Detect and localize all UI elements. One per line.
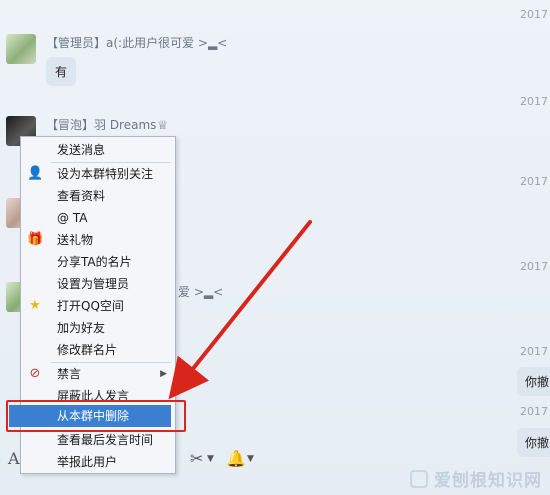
timestamp: 2017 [520, 8, 548, 21]
menu-item-open-qzone[interactable]: ★ 打开QQ空间 [21, 295, 175, 317]
menu-item-label: 加为好友 [57, 321, 106, 335]
menu-item-label: @ TA [57, 211, 88, 225]
menu-item-label: 修改群名片 [57, 343, 118, 357]
sender-nickname-text: 【冒泡】羽 Dreams [46, 118, 157, 132]
menu-item-share-card[interactable]: 分享TA的名片 [21, 251, 175, 273]
sender-nickname[interactable]: 爱 >▂< [178, 283, 223, 300]
menu-item-label: 禁言 [57, 367, 82, 381]
highlight-annotation-frame [6, 400, 186, 432]
own-message-bubble: 你撤 [517, 367, 550, 396]
submenu-arrow-icon: ▶ [160, 369, 167, 379]
menu-item-send-message[interactable]: 发送消息 [21, 139, 175, 161]
menu-item-label: 设置为管理员 [57, 277, 130, 291]
menu-item-label: 分享TA的名片 [57, 255, 132, 269]
menu-item-send-gift[interactable]: 🎁 送礼物 [21, 229, 175, 251]
mute-icon: ⊘ [29, 366, 41, 381]
message-bubble: 有 [46, 57, 77, 86]
menu-item-set-admin[interactable]: 设置为管理员 [21, 273, 175, 295]
crown-icon: ♕ [157, 118, 169, 132]
chevron-down-icon[interactable]: ▼ [247, 444, 254, 474]
bell-message-icon[interactable]: 🔔 [226, 444, 246, 474]
timestamp: 2017 [520, 405, 548, 418]
watermark: 爱刨根知识网 [410, 466, 542, 491]
menu-item-label: 查看最后发言时间 [57, 433, 154, 447]
menu-item-label: 送礼物 [57, 233, 94, 247]
gift-icon: 🎁 [27, 232, 44, 247]
menu-item-label: 举报此用户 [57, 455, 118, 469]
sender-nickname[interactable]: 【冒泡】羽 Dreams♕ [46, 116, 168, 133]
menu-item-add-friend[interactable]: 加为好友 [21, 317, 175, 339]
menu-item-special-follow[interactable]: 👤 设为本群特别关注 [21, 163, 175, 185]
menu-item-label: 设为本群特别关注 [57, 167, 154, 181]
menu-item-last-speak-time[interactable]: 查看最后发言时间 [21, 429, 175, 451]
watermark-logo-icon [410, 469, 428, 488]
menu-item-label: 发送消息 [57, 143, 106, 157]
sender-nickname[interactable]: 【管理员】a(:此用户很可爱 >▂< [46, 34, 227, 51]
timestamp: 2017 [520, 260, 548, 273]
watermark-text: 爱刨根知识网 [434, 471, 542, 491]
menu-item-report-user[interactable]: 举报此用户 [21, 451, 175, 473]
menu-item-at[interactable]: @ TA [21, 207, 175, 229]
menu-item-edit-group-card[interactable]: 修改群名片 [21, 339, 175, 361]
chevron-down-icon[interactable]: ▼ [207, 444, 214, 474]
menu-item-label: 打开QQ空间 [57, 299, 124, 313]
menu-item-label: 查看资料 [57, 189, 106, 203]
timestamp: 2017 [520, 345, 548, 358]
timestamp: 2017 [520, 175, 548, 188]
star-icon: ★ [29, 298, 41, 313]
font-icon[interactable]: A [8, 444, 20, 474]
avatar[interactable] [6, 34, 36, 64]
menu-item-mute[interactable]: ⊘ 禁言 ▶ [21, 363, 175, 385]
timestamp: 2017 [520, 95, 548, 108]
scissors-icon[interactable]: ✂ [190, 444, 203, 474]
special-follow-icon: 👤 [27, 166, 44, 181]
menu-item-view-profile[interactable]: 查看资料 [21, 185, 175, 207]
